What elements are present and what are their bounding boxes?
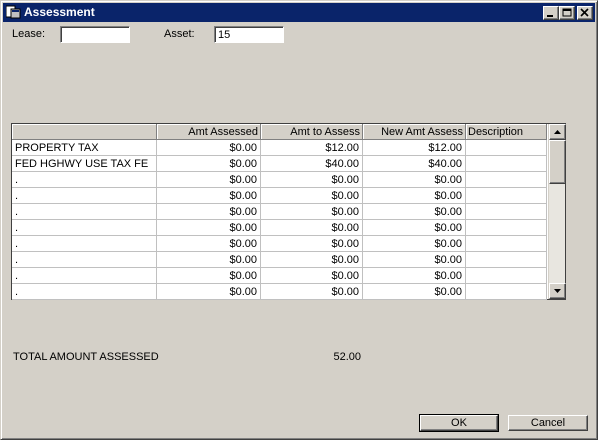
table-cell[interactable]: . [12,188,157,204]
minimize-icon [547,15,553,17]
table-cell[interactable]: $0.00 [261,220,363,236]
close-button[interactable] [577,6,593,20]
maximize-button[interactable] [559,6,575,20]
table-cell[interactable]: $0.00 [157,252,261,268]
table-row[interactable]: . $0.00 $0.00 $0.00 [12,172,547,188]
table-row[interactable]: FED HGHWY USE TAX FE $0.00 $40.00 $40.00 [12,156,547,172]
table-cell[interactable]: . [12,204,157,220]
table-row[interactable]: . $0.00 $0.00 $0.00 [12,268,547,284]
table-row[interactable]: . $0.00 $0.00 $0.00 [12,188,547,204]
table-row[interactable]: . $0.00 $0.00 $0.00 [12,284,547,300]
table-cell[interactable]: $0.00 [157,204,261,220]
table-cell[interactable]: $0.00 [363,252,466,268]
table-cell[interactable]: $0.00 [261,172,363,188]
column-header-new-amt-assess[interactable]: New Amt Assess [363,124,466,140]
table-row[interactable]: . $0.00 $0.00 $0.00 [12,236,547,252]
scroll-up-button[interactable] [549,124,566,140]
ok-button[interactable]: OK [419,414,499,432]
table-cell[interactable]: $0.00 [363,236,466,252]
table-cell[interactable] [466,188,547,204]
table-cell[interactable]: $0.00 [157,284,261,300]
grid-vertical-scrollbar[interactable] [548,124,566,299]
table-cell[interactable]: $0.00 [261,252,363,268]
table-row[interactable]: PROPERTY TAX $0.00 $12.00 $12.00 [12,140,547,156]
table-cell[interactable]: $0.00 [157,156,261,172]
column-header-amt-assessed[interactable]: Amt Assessed [157,124,261,140]
arrow-up-icon [554,130,561,134]
table-cell[interactable]: $40.00 [261,156,363,172]
table-cell[interactable]: . [12,252,157,268]
window-title: Assessment [24,5,95,19]
column-header-amt-to-assess[interactable]: Amt to Assess [261,124,363,140]
table-cell[interactable]: . [12,268,157,284]
maximize-icon [562,8,572,17]
close-icon [580,8,589,17]
table-cell[interactable]: $12.00 [363,140,466,156]
column-header-description[interactable]: Description [466,124,547,140]
table-cell[interactable] [466,236,547,252]
table-cell[interactable]: $0.00 [157,188,261,204]
table-cell[interactable]: $0.00 [157,268,261,284]
table-cell[interactable] [466,156,547,172]
table-cell[interactable] [466,268,547,284]
scroll-thumb[interactable] [549,140,566,184]
scroll-down-button[interactable] [549,283,566,299]
column-header-item[interactable] [12,124,157,140]
table-cell[interactable]: $0.00 [363,172,466,188]
table-cell[interactable]: PROPERTY TAX [12,140,157,156]
table-cell[interactable]: $0.00 [363,204,466,220]
table-cell[interactable]: $0.00 [363,220,466,236]
table-cell[interactable]: $0.00 [261,268,363,284]
table-cell[interactable]: . [12,284,157,300]
table-cell[interactable] [466,172,547,188]
assessment-grid[interactable]: Amt Assessed Amt to Assess New Amt Asses… [11,123,566,300]
assessment-window: Assessment Lease: Asset: 15 Amt Assessed… [0,0,598,440]
table-cell[interactable]: $0.00 [261,204,363,220]
app-window-icon[interactable] [5,5,21,19]
table-cell[interactable] [466,204,547,220]
table-cell[interactable]: . [12,172,157,188]
table-cell[interactable]: $0.00 [363,284,466,300]
cancel-button[interactable]: Cancel [508,415,588,431]
table-cell[interactable]: $0.00 [261,284,363,300]
table-row[interactable]: . $0.00 $0.00 $0.00 [12,252,547,268]
table-cell[interactable] [466,140,547,156]
table-cell[interactable]: $0.00 [363,188,466,204]
lease-input[interactable] [60,26,130,43]
table-cell[interactable]: $12.00 [261,140,363,156]
arrow-down-icon [554,289,561,293]
table-cell[interactable] [466,284,547,300]
table-cell[interactable]: $0.00 [363,268,466,284]
total-amount-value: 52.00 [333,351,361,363]
table-row[interactable]: . $0.00 $0.00 $0.00 [12,204,547,220]
table-cell[interactable] [466,252,547,268]
total-amount-label: TOTAL AMOUNT ASSESSED [13,351,159,363]
title-bar[interactable]: Assessment [3,3,595,22]
table-cell[interactable]: $0.00 [157,172,261,188]
table-cell[interactable]: $0.00 [157,140,261,156]
asset-label: Asset: [164,28,195,40]
table-cell[interactable]: FED HGHWY USE TAX FE [12,156,157,172]
table-cell[interactable]: . [12,220,157,236]
table-cell[interactable]: . [12,236,157,252]
asset-input[interactable]: 15 [214,26,284,43]
table-cell[interactable] [466,220,547,236]
table-cell[interactable]: $0.00 [261,236,363,252]
lease-label: Lease: [12,28,46,40]
table-cell[interactable]: $0.00 [157,236,261,252]
table-cell[interactable]: $0.00 [157,220,261,236]
table-row[interactable]: . $0.00 $0.00 $0.00 [12,220,547,236]
table-cell[interactable]: $40.00 [363,156,466,172]
table-cell[interactable]: $0.00 [261,188,363,204]
minimize-button[interactable] [543,6,559,20]
